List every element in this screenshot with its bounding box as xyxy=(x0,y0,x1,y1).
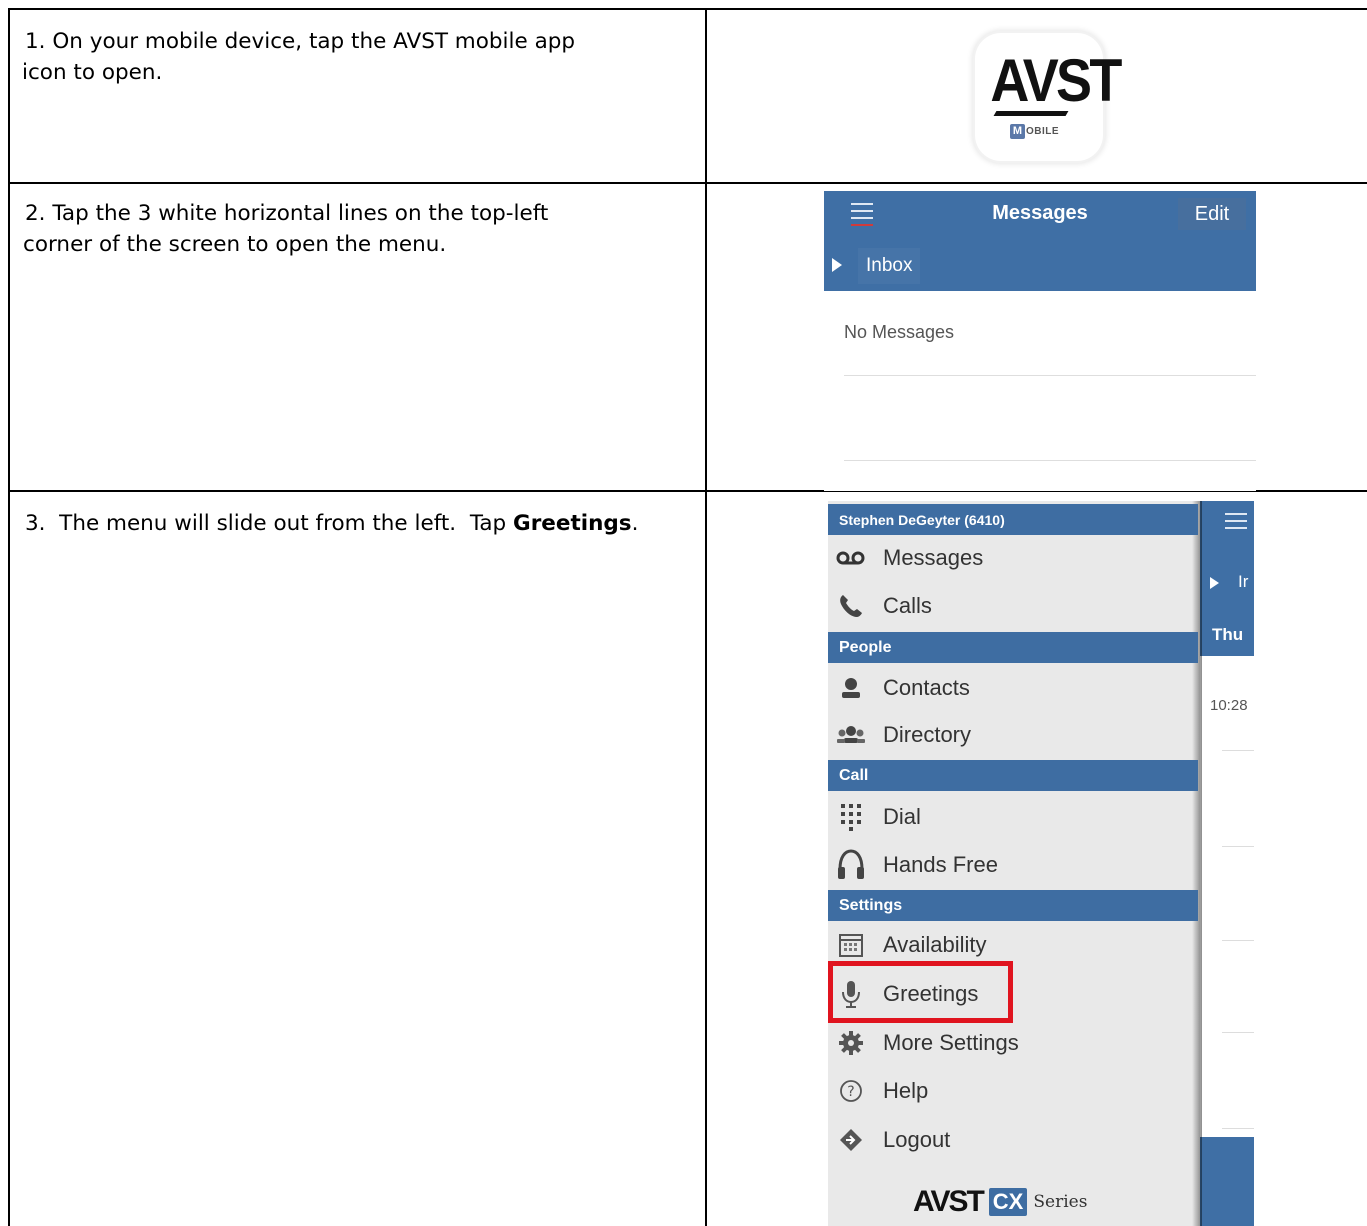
background-separator xyxy=(1222,750,1254,751)
menu-item-availability[interactable]: Availability xyxy=(828,925,1198,965)
menu-footer-logo: AVST CX Series xyxy=(913,1185,1087,1219)
edit-button[interactable]: Edit xyxy=(1178,198,1246,230)
dialpad-icon xyxy=(836,802,866,832)
background-separator xyxy=(1222,1032,1254,1033)
menu-section-settings: Settings xyxy=(828,890,1198,921)
menu-item-hands-free[interactable]: Hands Free xyxy=(828,845,1198,885)
menu-item-calls[interactable]: Calls xyxy=(828,586,1198,626)
greetings-highlight-box xyxy=(828,961,1013,1023)
menu-section-call: Call xyxy=(828,760,1198,791)
background-hamburger-icon xyxy=(1225,513,1247,534)
list-separator xyxy=(844,375,1256,376)
menu-section-people: People xyxy=(828,632,1198,663)
table-border-left xyxy=(8,8,10,1226)
app-icon-mobile-badge: M OBILE xyxy=(1010,123,1059,139)
background-separator xyxy=(1222,846,1254,847)
contact-icon xyxy=(836,673,866,703)
background-header: Ir Thu xyxy=(1200,501,1254,656)
menu-background-pane: Ir Thu 10:28 xyxy=(1200,501,1254,1226)
no-messages-text: No Messages xyxy=(844,322,955,342)
background-time-partial: 10:28 xyxy=(1210,697,1248,714)
svg-text:?: ? xyxy=(847,1084,854,1100)
step-2-text: 2. Tap the 3 white horizontal lines on t… xyxy=(23,198,549,260)
help-icon: ? xyxy=(836,1076,866,1106)
menu-item-dial[interactable]: Dial xyxy=(828,797,1198,837)
messages-screenshot: Messages Edit Inbox No Messages xyxy=(824,191,1256,491)
footer-cx-badge: CX xyxy=(988,1188,1028,1216)
menu-item-label: Hands Free xyxy=(883,852,998,877)
step-3-suffix: . xyxy=(631,511,639,536)
step-1-line-1: 1. On your mobile device, tap the AVST m… xyxy=(25,29,576,54)
table-row-divider-1 xyxy=(8,182,1367,184)
step-1-line-2: icon to open. xyxy=(22,60,163,85)
list-separator xyxy=(844,460,1256,461)
table-border-top xyxy=(8,8,1367,10)
phone-icon xyxy=(836,591,866,621)
logout-icon xyxy=(836,1125,866,1155)
background-inbox-arrow-icon xyxy=(1210,577,1219,589)
avst-app-icon: AVST M OBILE xyxy=(975,33,1122,161)
menu-screenshot: Ir Thu 10:28 Stephen DeGeyter (6410) Mes… xyxy=(828,501,1254,1226)
step-3-prefix: 3. The menu will slide out from the left… xyxy=(25,511,514,536)
menu-item-label: Calls xyxy=(883,593,932,618)
menu-item-label: Contacts xyxy=(883,675,970,700)
menu-item-contacts[interactable]: Contacts xyxy=(828,668,1198,708)
step-2-line-1: 2. Tap the 3 white horizontal lines on t… xyxy=(25,201,549,226)
app-icon-swoosh xyxy=(993,111,1069,116)
menu-item-label: Messages xyxy=(883,545,984,570)
inbox-row[interactable]: Inbox xyxy=(824,246,1256,291)
menu-item-label: Directory xyxy=(883,722,972,747)
table-column-divider xyxy=(705,8,707,1226)
menu-item-label: Logout xyxy=(883,1127,951,1152)
step-2-line-2: corner of the screen to open the menu. xyxy=(23,232,447,257)
calendar-icon xyxy=(836,930,866,960)
directory-icon xyxy=(836,720,866,750)
step-1-text: 1. On your mobile device, tap the AVST m… xyxy=(22,26,576,88)
inbox-expand-arrow-icon xyxy=(832,258,842,272)
menu-item-label: More Settings xyxy=(883,1030,1019,1055)
menu-user-header: Stephen DeGeyter (6410) xyxy=(828,504,1198,535)
menu-item-help[interactable]: ? Help xyxy=(828,1071,1198,1111)
gear-icon xyxy=(836,1028,866,1058)
background-separator xyxy=(1222,1128,1254,1129)
headset-icon xyxy=(836,849,866,880)
footer-brand: AVST xyxy=(913,1185,985,1218)
menu-item-label: Dial xyxy=(883,804,921,829)
menu-item-directory[interactable]: Directory xyxy=(828,715,1198,755)
background-footer xyxy=(1200,1137,1254,1226)
background-separator xyxy=(1222,940,1254,941)
app-icon-badge-letter: M xyxy=(1010,123,1025,139)
messages-header: Messages Edit Inbox xyxy=(824,191,1256,291)
footer-series: Series xyxy=(1033,1192,1088,1212)
app-icon-logo-text: AVST xyxy=(990,47,1122,114)
voicemail-icon xyxy=(836,543,866,573)
menu-item-messages[interactable]: Messages xyxy=(828,538,1198,578)
menu-item-logout[interactable]: Logout xyxy=(828,1120,1198,1160)
step-3-bold-greetings: Greetings xyxy=(513,511,632,536)
inbox-label: Inbox xyxy=(858,248,921,284)
menu-item-more-settings[interactable]: More Settings xyxy=(828,1023,1198,1063)
background-date-partial: Thu xyxy=(1212,625,1244,644)
menu-item-label: Help xyxy=(883,1078,929,1103)
background-inbox-partial: Ir xyxy=(1238,572,1249,591)
step-3-text: 3. The menu will slide out from the left… xyxy=(25,508,638,539)
menu-item-label: Availability xyxy=(883,932,987,957)
app-icon-badge-text: OBILE xyxy=(1026,125,1060,137)
